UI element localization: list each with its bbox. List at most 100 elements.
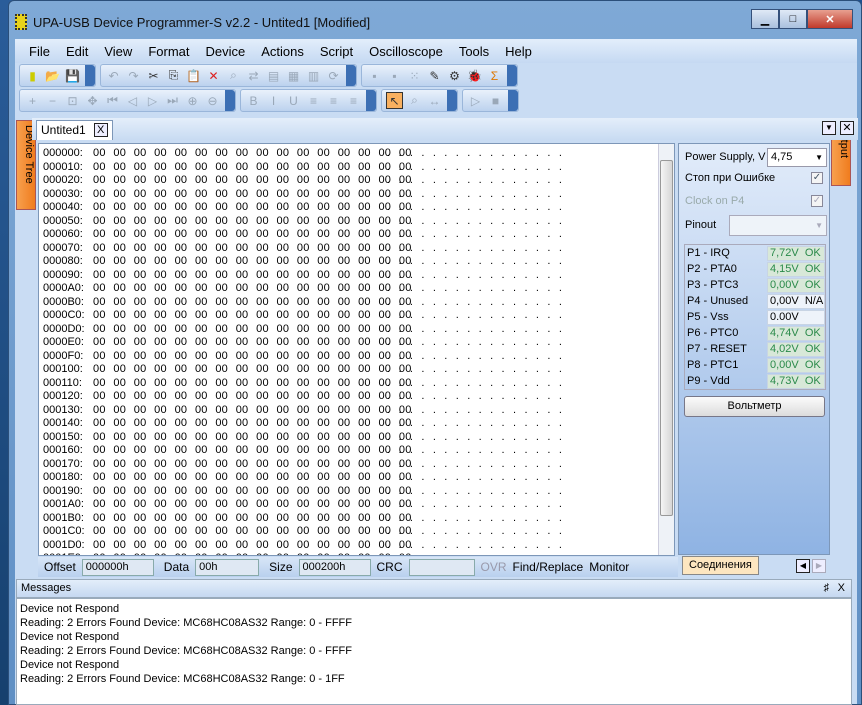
size-field[interactable]: 000200h — [298, 558, 371, 576]
find-icon[interactable]: ⌕ — [225, 67, 242, 84]
italic-icon[interactable]: I — [265, 92, 282, 109]
device-settings-icon[interactable]: ⚙ — [446, 67, 463, 84]
checksum-icon[interactable]: Σ — [486, 67, 503, 84]
offset-field[interactable]: 000000h — [81, 558, 154, 576]
measure-icon[interactable]: ↔ — [426, 92, 443, 109]
zoom-out-icon[interactable]: − — [44, 92, 61, 109]
block-icon[interactable]: ▪ — [366, 67, 383, 84]
data-field[interactable]: 00h — [195, 558, 260, 576]
close-button[interactable]: ✕ — [807, 9, 853, 29]
tab-scroll-right-icon[interactable]: ▶ — [812, 559, 826, 573]
row-bytes: 00 00 00 00 00 00 00 00 00 00 00 00 00 0… — [93, 160, 412, 173]
menu-file[interactable]: File — [21, 44, 58, 59]
paste-icon[interactable]: 📋 — [185, 67, 202, 84]
toolbar-overflow-button[interactable] — [346, 65, 356, 86]
toolbar-overflow-button[interactable] — [366, 90, 376, 111]
align-left-icon[interactable]: ≡ — [305, 92, 322, 109]
zoom-select-icon[interactable]: ⌕ — [406, 92, 423, 109]
underline-icon[interactable]: U — [285, 92, 302, 109]
debug-icon[interactable]: 🐞 — [466, 67, 483, 84]
cut-icon[interactable]: ✂ — [145, 67, 162, 84]
next-icon[interactable]: ▷ — [144, 92, 161, 109]
toolbar-overflow-button[interactable] — [507, 65, 517, 86]
menu-view[interactable]: View — [96, 44, 140, 59]
crc-label: CRC — [376, 560, 403, 574]
tab-connections[interactable]: Соединения — [682, 556, 759, 575]
row-offset: 0000D0: — [43, 322, 85, 335]
compare-icon[interactable]: ▥ — [305, 67, 322, 84]
row-ascii: ................ — [387, 336, 571, 348]
menu-actions[interactable]: Actions — [253, 44, 312, 59]
align-center-icon[interactable]: ≡ — [325, 92, 342, 109]
toolbar-overflow-button[interactable] — [85, 65, 95, 86]
monitor-button[interactable]: Monitor — [589, 560, 629, 574]
copy-icon[interactable]: ⎘ — [165, 67, 182, 84]
pin-icon[interactable]: ♯ — [824, 580, 830, 597]
find-replace-button[interactable]: Find/Replace — [513, 560, 584, 574]
zoom-in-icon[interactable]: + — [24, 92, 41, 109]
menu-device[interactable]: Device — [197, 44, 253, 59]
vertical-scrollbar[interactable] — [658, 144, 674, 555]
tab-scroll-left-icon[interactable]: ◀ — [796, 559, 810, 573]
pointer-icon[interactable]: ↖ — [386, 92, 403, 109]
stop-on-error-checkbox[interactable]: ✓ — [811, 172, 823, 184]
first-icon[interactable]: ⏮ — [104, 92, 121, 109]
menu-help[interactable]: Help — [497, 44, 540, 59]
delete-icon[interactable]: ✕ — [205, 67, 222, 84]
pinout-select[interactable]: ▼ — [729, 214, 827, 236]
menu-format[interactable]: Format — [140, 44, 197, 59]
menu-tools[interactable]: Tools — [451, 44, 497, 59]
scrollbar-thumb[interactable] — [660, 160, 673, 516]
replace-icon[interactable]: ⇄ — [245, 67, 262, 84]
message-line: Reading: 2 Errors Found Device: MC68HC08… — [20, 645, 352, 657]
voltmeter-button[interactable]: Вольтметр — [684, 396, 825, 417]
fit-icon[interactable]: ⊡ — [64, 92, 81, 109]
toolbar-overflow-button[interactable] — [447, 90, 457, 111]
row-ascii: ................ — [387, 525, 571, 537]
toolbar-overflow-button[interactable] — [508, 90, 518, 111]
fill-icon[interactable]: ▦ — [285, 67, 302, 84]
redo-icon[interactable]: ↷ — [125, 67, 142, 84]
menu-edit[interactable]: Edit — [58, 44, 96, 59]
message-line: Reading: 2 Errors Found Device: MC68HC08… — [20, 617, 352, 629]
prev-icon[interactable]: ◁ — [124, 92, 141, 109]
menu-script[interactable]: Script — [312, 44, 361, 59]
document-icon[interactable]: ▤ — [265, 67, 282, 84]
message-line: Device not Respond — [20, 603, 120, 615]
undo-icon[interactable]: ↶ — [105, 67, 122, 84]
last-icon[interactable]: ⏭ — [164, 92, 181, 109]
maximize-button[interactable]: □ — [779, 9, 807, 29]
pin-voltage: 4,02V OK — [767, 341, 825, 357]
power-supply-select[interactable]: 4,75 ▼ — [767, 147, 827, 167]
stop-icon[interactable]: ■ — [487, 92, 504, 109]
pin-voltage-table: P1 - IRQ 7,72V OK P2 - PTA0 4,15V OK P3 - PT… — [684, 244, 826, 390]
block2-icon[interactable]: ▪ — [386, 67, 403, 84]
crc-field[interactable] — [408, 558, 475, 576]
save-icon[interactable]: 💾 — [64, 67, 81, 84]
hex-editor[interactable]: 000000: 00 00 00 00 00 00 00 00 00 00 00 … — [38, 143, 675, 556]
power-supply-value: 4,75 — [771, 151, 793, 163]
toolbar-overflow-button[interactable] — [225, 90, 235, 111]
toolbar-tb3: ▪ ▪ ⁙ ✎ ⚙ 🐞 Σ — [361, 64, 518, 87]
refresh-icon[interactable]: ⟳ — [325, 67, 342, 84]
new-chip-icon[interactable]: ▮ — [24, 67, 41, 84]
close-document-icon[interactable]: ✕ — [840, 121, 854, 135]
add-icon[interactable]: ⊕ — [184, 92, 201, 109]
tab-close-icon[interactable]: X — [93, 123, 108, 137]
close-messages-icon[interactable]: X — [838, 580, 845, 597]
menu-oscilloscope[interactable]: Oscilloscope — [361, 44, 451, 59]
align-right-icon[interactable]: ≡ — [345, 92, 362, 109]
clock-on-p4-checkbox[interactable]: ✓ — [811, 195, 823, 207]
row-offset: 000080: — [43, 255, 83, 267]
select-grid-icon[interactable]: ⁙ — [406, 67, 423, 84]
pin-voltage: 0,00V OK — [767, 277, 825, 293]
open-icon[interactable]: 📂 — [44, 67, 61, 84]
tab-list-dropdown-icon[interactable]: ▼ — [822, 121, 836, 135]
center-icon[interactable]: ✥ — [84, 92, 101, 109]
edit-icon[interactable]: ✎ — [426, 67, 443, 84]
play-icon[interactable]: ▷ — [467, 92, 484, 109]
remove-icon[interactable]: ⊖ — [204, 92, 221, 109]
minimize-button[interactable]: ▁ — [751, 9, 779, 29]
tab-untited1[interactable]: Untited1 X — [36, 120, 113, 140]
bold-icon[interactable]: B — [245, 92, 262, 109]
